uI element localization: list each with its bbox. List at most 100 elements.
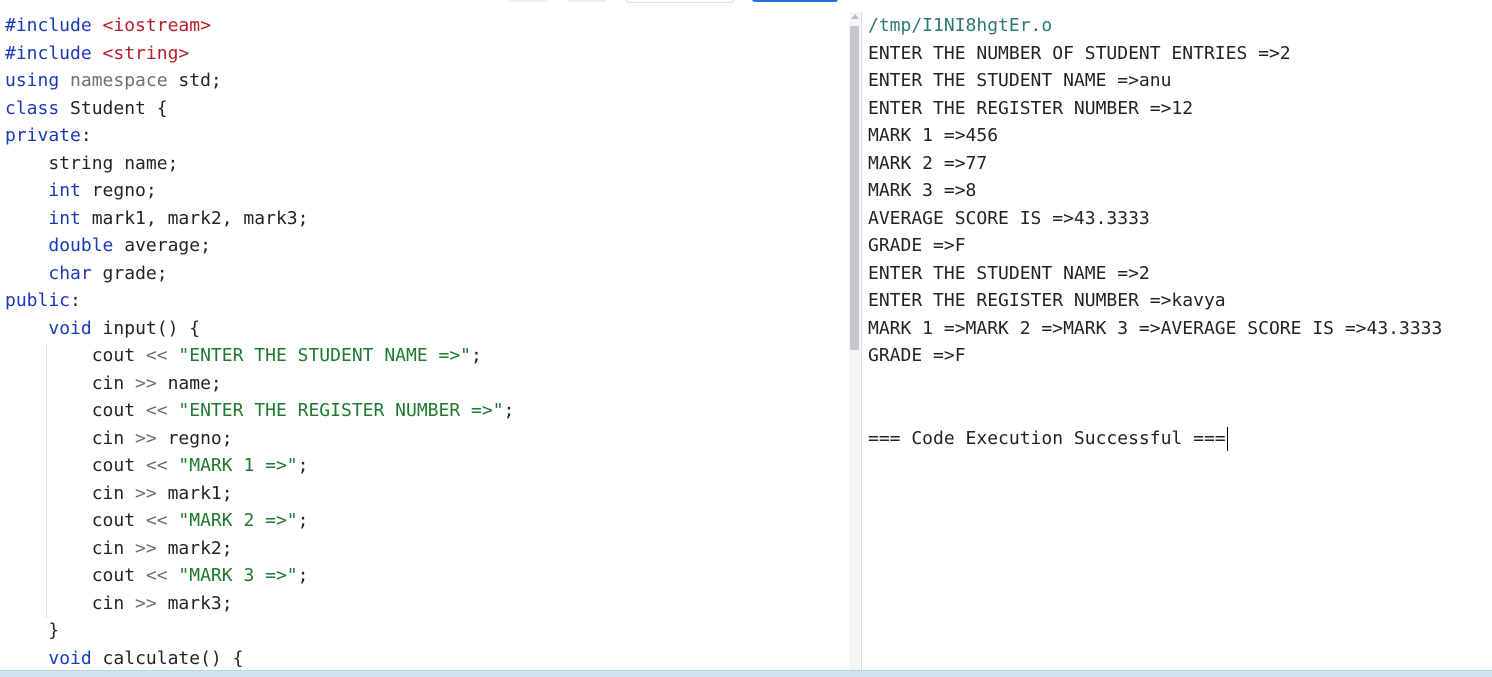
code-token: :: [70, 290, 81, 311]
output-text: ENTER THE STUDENT NAME =>2: [868, 262, 1150, 284]
code-line: cout << "ENTER THE STUDENT NAME =>";: [5, 342, 482, 369]
code-token: :: [80, 125, 92, 146]
output-text: MARK 2 =>77: [868, 152, 988, 174]
output-text: ENTER THE REGISTER NUMBER =>12: [868, 97, 1194, 119]
code-token: using: [5, 70, 60, 91]
code-line: }: [5, 617, 59, 644]
editor-scrollbar-thumb[interactable]: [850, 26, 859, 350]
code-token: calculate() {: [91, 647, 244, 669]
toolbar-button[interactable]: [508, 0, 548, 2]
code-token: cout: [5, 455, 146, 476]
code-token: cin: [5, 372, 136, 394]
code-token: ;: [297, 565, 309, 586]
code-token: >>: [135, 592, 157, 614]
code-token: mark2;: [156, 537, 233, 559]
output-text: AVERAGE SCORE IS =>43.3333: [868, 207, 1150, 229]
code-line: #include <iostream>: [5, 12, 211, 39]
code-token: ;: [297, 510, 309, 531]
output-line: GRADE =>F: [868, 342, 966, 369]
code-token: private: [5, 125, 81, 146]
code-token: "ENTER THE STUDENT NAME =>": [178, 345, 472, 366]
code-line: using namespace std;: [5, 67, 222, 94]
code-token: >>: [135, 537, 157, 559]
output-line: ENTER THE REGISTER NUMBER =>kavya: [868, 287, 1226, 314]
code-line: char grade;: [5, 260, 168, 287]
code-token: <<: [145, 565, 168, 586]
output-text: ENTER THE REGISTER NUMBER =>kavya: [868, 290, 1226, 311]
code-token: public: [5, 290, 71, 311]
output-panel: /tmp/I1NI8hgtEr.o ENTER THE NUMBER OF ST…: [862, 12, 1492, 670]
output-path: /tmp/I1NI8hgtEr.o: [868, 15, 1053, 36]
toolbar-button[interactable]: [567, 0, 607, 2]
output-line: ENTER THE STUDENT NAME =>2: [868, 260, 1150, 287]
code-line: string name;: [5, 150, 178, 177]
code-token: int: [48, 207, 81, 229]
output-text: ENTER THE NUMBER OF STUDENT ENTRIES =>2: [868, 42, 1291, 64]
code-token: average;: [113, 235, 211, 256]
code-token: mark1;: [156, 482, 233, 504]
code-line: cout << "MARK 1 =>";: [5, 452, 309, 479]
code-token: cin: [5, 537, 136, 559]
code-line: #include <string>: [5, 40, 189, 67]
code-token: #include: [5, 15, 103, 36]
output-line: AVERAGE SCORE IS =>43.3333: [868, 205, 1150, 232]
code-token: "MARK 1 =>": [178, 455, 298, 476]
code-token: name;: [156, 372, 222, 394]
output-line: MARK 3 =>8: [868, 177, 976, 204]
code-line: void calculate() {: [5, 645, 243, 671]
code-line: cin >> mark3;: [5, 590, 233, 617]
code-token: <iostream>: [102, 15, 211, 36]
code-line: cout << "ENTER THE REGISTER NUMBER =>";: [5, 397, 515, 424]
code-token: ;: [297, 455, 309, 476]
code-token: std;: [167, 70, 222, 91]
output-text: GRADE =>F: [868, 235, 966, 256]
code-token: mark1, mark2, mark3;: [80, 207, 309, 229]
code-token: grade;: [91, 262, 168, 284]
code-token: "MARK 2 =>": [178, 510, 298, 531]
code-token: cin: [5, 482, 136, 504]
code-line: cin >> mark1;: [5, 480, 233, 507]
code-token: mark3;: [156, 592, 233, 614]
code-line: cin >> mark2;: [5, 535, 233, 562]
output-line: GRADE =>F: [868, 232, 966, 259]
output-line: ENTER THE NUMBER OF STUDENT ENTRIES =>2: [868, 40, 1291, 67]
code-token: regno;: [80, 180, 157, 201]
scroll-up-arrow-icon[interactable]: [851, 14, 859, 19]
run-button[interactable]: [752, 0, 838, 2]
code-line: cin >> name;: [5, 370, 222, 397]
code-token: <<: [145, 510, 168, 531]
code-token: >>: [135, 427, 157, 449]
code-token: input() {: [91, 317, 201, 339]
indent-guide: [46, 344, 47, 617]
language-select[interactable]: [626, 0, 734, 3]
code-token: char: [48, 262, 92, 284]
text-caret: [1226, 426, 1228, 451]
code-editor[interactable]: #include <iostream> #include <string> usin…: [0, 12, 861, 670]
code-token: ;: [471, 345, 482, 366]
code-token: cout: [5, 510, 146, 531]
code-token: >>: [135, 482, 157, 504]
output-line: ENTER THE STUDENT NAME =>anu: [868, 67, 1171, 94]
code-token: >>: [135, 372, 157, 394]
code-token: class: [5, 97, 60, 119]
code-line: double average;: [5, 232, 211, 259]
code-line: cin >> regno;: [5, 425, 233, 452]
code-token: "ENTER THE REGISTER NUMBER =>": [178, 400, 504, 421]
output-text: === Code Execution Successful ===: [868, 427, 1226, 449]
output-text: MARK 1 =>MARK 2 =>MARK 3 =>AVERAGE SCORE…: [868, 317, 1443, 339]
code-token: "MARK 3 =>": [178, 565, 298, 586]
code-line: int regno;: [5, 177, 157, 204]
code-line: int mark1, mark2, mark3;: [5, 205, 308, 232]
code-line: public:: [5, 287, 81, 314]
output-line: === Code Execution Successful ===: [868, 425, 1228, 452]
code-token: Student {: [59, 97, 168, 119]
code-line: cout << "MARK 2 =>";: [5, 507, 309, 534]
